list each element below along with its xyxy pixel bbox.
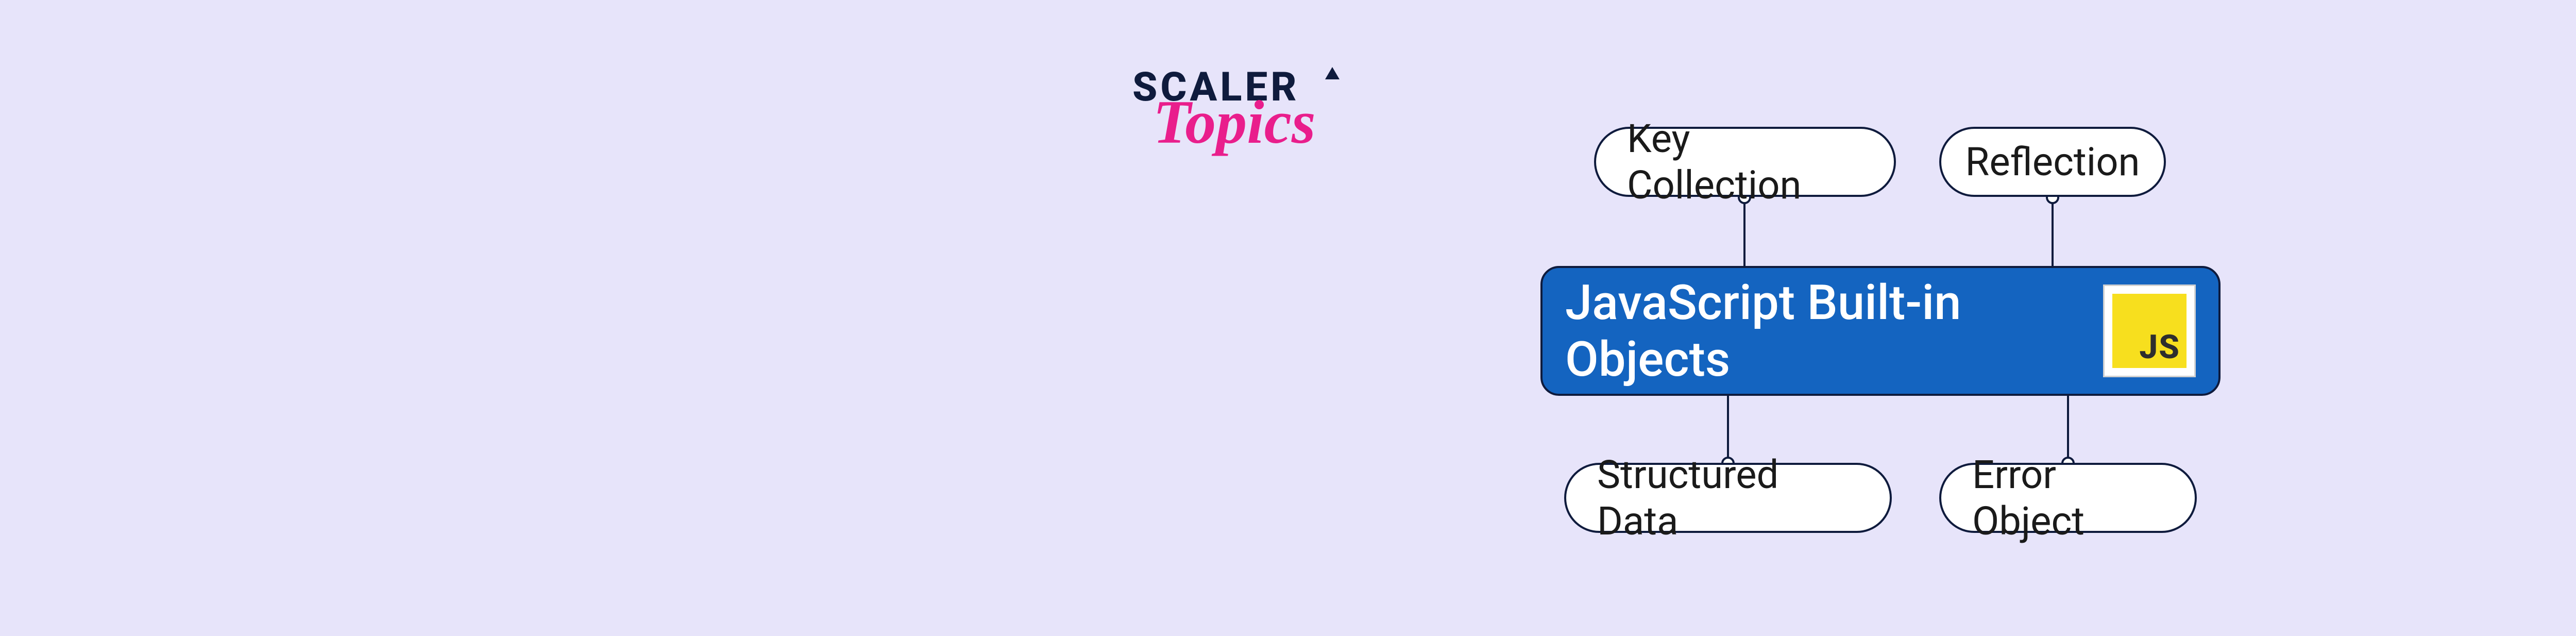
node-key-collection: Key Collection — [1594, 127, 1896, 197]
node-label: Error Object — [1972, 451, 2164, 544]
center-title: JavaScript Built-in Objects — [1565, 274, 2103, 388]
node-label: Structured Data — [1597, 451, 1859, 544]
node-reflection: Reflection — [1939, 127, 2166, 197]
node-center-javascript-builtin-objects: JavaScript Built-in Objects JS — [1540, 266, 2221, 396]
node-label: Reflection — [1965, 139, 2140, 185]
js-logo-text: JS — [2112, 294, 2187, 368]
logo-caret-icon — [1325, 67, 1340, 79]
node-structured-data: Structured Data — [1564, 463, 1892, 533]
logo-text-topics: Topics — [1153, 91, 1359, 153]
scaler-topics-logo: SCALER Topics — [1132, 64, 1359, 153]
node-label: Key Collection — [1627, 115, 1863, 208]
diagram-canvas: SCALER Topics Key Collection Reflection … — [0, 0, 2576, 636]
node-error-object: Error Object — [1939, 463, 2197, 533]
connector-line — [2052, 197, 2054, 266]
js-logo-badge: JS — [2103, 284, 2196, 377]
